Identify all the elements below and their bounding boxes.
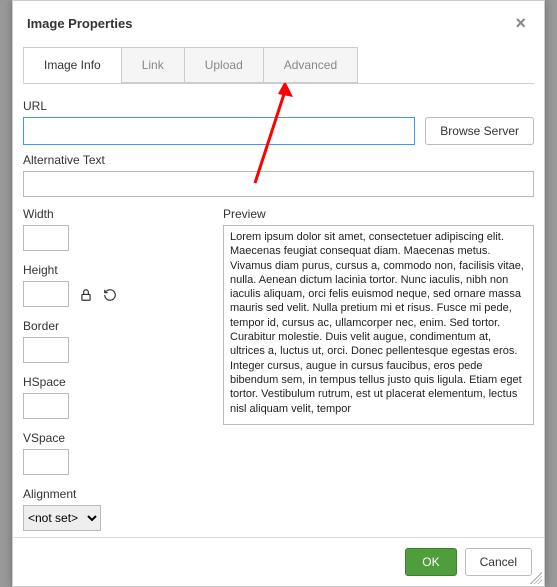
cancel-button[interactable]: Cancel	[465, 548, 532, 576]
close-icon[interactable]: ×	[511, 11, 530, 36]
vspace-input[interactable]	[23, 449, 69, 475]
tab-link[interactable]: Link	[121, 47, 185, 83]
height-input[interactable]	[23, 281, 69, 307]
url-label: URL	[23, 99, 534, 113]
dialog-title: Image Properties	[27, 16, 133, 31]
border-label: Border	[23, 319, 203, 333]
dialog-content: URL Browse Server Alternative Text Width…	[13, 83, 544, 537]
ok-button[interactable]: OK	[405, 548, 456, 576]
resize-handle-icon[interactable]	[530, 572, 542, 584]
preview-label: Preview	[223, 207, 534, 221]
tab-upload[interactable]: Upload	[184, 47, 264, 83]
tab-bar: Image Info Link Upload Advanced	[23, 47, 534, 84]
browse-server-button[interactable]: Browse Server	[425, 117, 534, 145]
reset-size-icon[interactable]	[103, 286, 117, 302]
hspace-label: HSpace	[23, 375, 203, 389]
width-input[interactable]	[23, 225, 69, 251]
tab-advanced[interactable]: Advanced	[263, 47, 358, 83]
preview-box[interactable]: Lorem ipsum dolor sit amet, consectetuer…	[223, 225, 534, 425]
alt-text-input[interactable]	[23, 171, 534, 197]
lock-ratio-icon[interactable]	[79, 286, 93, 302]
vspace-label: VSpace	[23, 431, 203, 445]
dialog-footer: OK Cancel	[13, 537, 544, 586]
width-label: Width	[23, 207, 203, 221]
border-input[interactable]	[23, 337, 69, 363]
tab-image-info[interactable]: Image Info	[23, 47, 122, 83]
alignment-label: Alignment	[23, 487, 203, 501]
url-input[interactable]	[23, 117, 415, 145]
dialog-titlebar: Image Properties ×	[13, 1, 544, 46]
height-label: Height	[23, 263, 203, 277]
alt-text-label: Alternative Text	[23, 153, 534, 167]
image-properties-dialog: Image Properties × Image Info Link Uploa…	[12, 0, 545, 587]
alignment-select[interactable]: <not set>	[23, 505, 101, 531]
hspace-input[interactable]	[23, 393, 69, 419]
